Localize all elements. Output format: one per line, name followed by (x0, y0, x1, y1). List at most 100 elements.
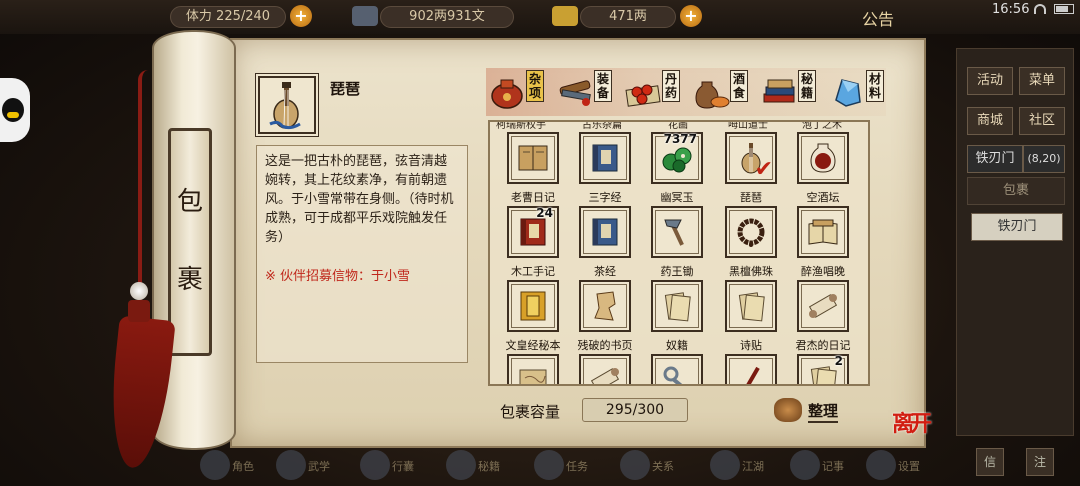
bottom-nav-item[interactable]: 关系 (620, 450, 680, 480)
item-name: 药王锄 (660, 265, 694, 278)
inventory-item[interactable]: 7377 幽冥玉 (644, 132, 710, 206)
inventory-item[interactable]: 三字经 (572, 132, 638, 206)
scroll-title-char: 包 (176, 187, 203, 217)
item-slot[interactable] (579, 206, 631, 258)
books-icon (763, 79, 795, 103)
item-slot[interactable] (725, 206, 777, 258)
bottom-nav-item[interactable]: 行囊 (360, 450, 420, 480)
item-slot[interactable] (507, 354, 559, 384)
item-description-text: 这是一把古朴的琵琶，弦音清越婉转，其上花纹素净，有前朝遗风。于小雪常带在身侧。（… (265, 154, 454, 245)
tab-equipment[interactable]: 装备 (554, 68, 620, 116)
inventory-item[interactable]: 黑檀佛珠 (718, 206, 784, 280)
item-name: 茶经 (594, 265, 616, 278)
add-gold-button[interactable]: + (680, 5, 702, 27)
leave-button[interactable]: 离开 (892, 406, 942, 452)
add-stamina-button[interactable]: + (290, 5, 312, 27)
brush-icon (746, 366, 760, 384)
sort-button[interactable]: 整理 (774, 396, 846, 426)
inventory-item[interactable]: 君杰的日记 (790, 280, 856, 354)
item-slot[interactable] (797, 206, 849, 258)
tab-manuals[interactable]: 秘籍 (758, 68, 824, 116)
item-grid[interactable]: 柯瑞斯权手 古乐杂篇 花画 呣山道士 泡丁之木 老曹日记 三字经 7377 幽冥玉 ✔ 琵… (488, 120, 870, 386)
inventory-item[interactable]: 老曹日记 (500, 132, 566, 206)
item-name: 君杰的日记 (795, 339, 851, 352)
item-name: 琵琶 (740, 191, 762, 204)
inventory-item[interactable] (718, 354, 784, 384)
item-slot[interactable] (651, 354, 703, 384)
tab-label: 酒食 (730, 70, 748, 102)
tab-label: 秘籍 (798, 70, 816, 102)
inventory-item[interactable]: 诗贴 (718, 280, 784, 354)
inventory-item[interactable]: 茶经 (572, 206, 638, 280)
item-slot[interactable] (725, 354, 777, 384)
announcement-button[interactable]: 公告 (862, 6, 894, 30)
weapons-icon (559, 80, 591, 106)
item-count: 24 (536, 206, 553, 220)
menu-button[interactable]: 菜单 (1019, 67, 1065, 95)
inventory-item[interactable]: 残破的书页 (572, 280, 638, 354)
item-slot[interactable]: 2 (797, 354, 849, 384)
item-slot[interactable] (651, 206, 703, 258)
tab-label: 材料 (866, 70, 884, 102)
nav-icon (790, 450, 820, 480)
top-status-bar: 体力 225/240 + 902两931文 471两 + 公告 16:56 (0, 0, 1080, 34)
inventory-item[interactable] (500, 354, 566, 384)
item-slot[interactable] (579, 132, 631, 184)
inventory-item[interactable]: 文皇经秘本 (500, 280, 566, 354)
item-slot[interactable] (651, 280, 703, 332)
tab-pills[interactable]: 丹药 (622, 68, 688, 116)
qq-float-tab[interactable] (0, 78, 30, 142)
red-book-icon (520, 218, 546, 246)
item-name: 文皇经秘本 (505, 339, 561, 352)
inventory-item[interactable] (572, 354, 638, 384)
activity-button[interactable]: 活动 (967, 67, 1013, 95)
item-slot[interactable] (507, 280, 559, 332)
bottom-nav-item[interactable]: 角色 (200, 450, 260, 480)
sect-button[interactable]: 铁刃门 (971, 213, 1063, 241)
inventory-item[interactable]: 药王锄 (644, 206, 710, 280)
inventory-item[interactable]: 2 (790, 354, 856, 384)
tab-wine-food[interactable]: 酒食 (690, 68, 756, 116)
tab-label: 杂项 (526, 70, 544, 102)
bottom-nav-item[interactable]: 设置 (866, 450, 926, 480)
item-name: 诗贴 (740, 339, 762, 352)
bottom-nav-item[interactable]: 记事 (790, 450, 850, 480)
bottom-nav-item[interactable]: 秘籍 (446, 450, 506, 480)
inventory-item[interactable]: 醉渔唱晚 (790, 206, 856, 280)
cutoff-label: 古乐杂篇 (582, 120, 622, 131)
inventory-item[interactable]: 奴籍 (644, 280, 710, 354)
tab-misc[interactable]: 杂项 (486, 68, 552, 116)
mail-button[interactable]: 信 (976, 448, 1004, 476)
old-book-icon (518, 145, 548, 171)
item-slot[interactable] (797, 132, 849, 184)
inventory-item[interactable] (644, 354, 710, 384)
nav-icon (200, 450, 230, 480)
bag-tab[interactable]: 包裹 (967, 177, 1065, 205)
bottom-nav-item[interactable]: 江湖 (710, 450, 770, 480)
shop-button[interactable]: 商城 (967, 107, 1013, 135)
inventory-item[interactable]: ✔ 琵琶 (718, 132, 784, 206)
item-slot[interactable] (507, 132, 559, 184)
bottom-nav-item[interactable]: 武学 (276, 450, 336, 480)
tassel-cord (138, 70, 148, 310)
item-slot[interactable] (579, 280, 631, 332)
community-button[interactable]: 社区 (1019, 107, 1065, 135)
tab-materials[interactable]: 材料 (826, 68, 892, 116)
cutoff-label: 花画 (668, 120, 688, 131)
item-slot[interactable] (579, 354, 631, 384)
torn-page-icon (594, 291, 616, 321)
nav-icon (360, 450, 390, 480)
inventory-item[interactable]: 空酒坛 (790, 132, 856, 206)
item-slot[interactable]: 24 (507, 206, 559, 258)
note-button[interactable]: 注 (1026, 448, 1054, 476)
tassel-bead (130, 282, 148, 300)
item-slot[interactable] (797, 280, 849, 332)
nav-icon (710, 450, 740, 480)
item-slot[interactable] (725, 280, 777, 332)
bottom-nav-item[interactable]: 任务 (534, 450, 594, 480)
scroll-icon (590, 368, 620, 384)
item-description-box: 这是一把古朴的琵琶，弦音清越婉转，其上花纹素净，有前朝遗风。于小雪常带在身侧。（… (256, 145, 468, 363)
inventory-item[interactable]: 24 木工手记 (500, 206, 566, 280)
item-slot[interactable]: 7377 (651, 132, 703, 184)
item-slot[interactable]: ✔ (725, 132, 777, 184)
